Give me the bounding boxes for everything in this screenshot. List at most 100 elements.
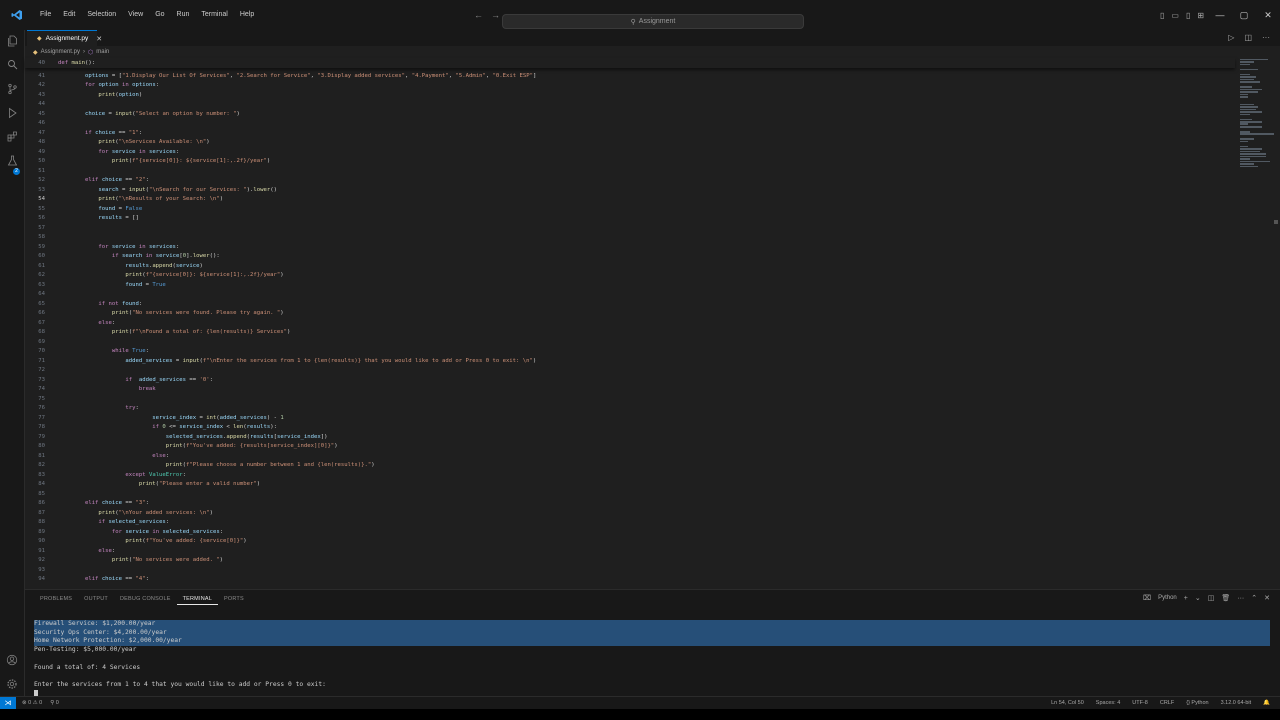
source-control-icon[interactable]: [0, 83, 24, 98]
code-line[interactable]: 73 if added_services == '0':: [25, 376, 1235, 386]
code-line[interactable]: 41 options = ["1.Display Our List Of Ser…: [25, 72, 1235, 82]
gear-icon[interactable]: [0, 678, 24, 693]
code-line[interactable]: 54 print("\nResults of your Search: \n"): [25, 195, 1235, 205]
files-icon[interactable]: [0, 35, 24, 50]
chevron-down-icon[interactable]: ⌄: [1195, 594, 1201, 602]
code-line[interactable]: 55 found = False: [25, 205, 1235, 215]
remote-icon[interactable]: ⋊: [0, 697, 16, 709]
code-line[interactable]: 86 elif choice == "3":: [25, 499, 1235, 509]
code-line[interactable]: 75: [25, 395, 1235, 405]
command-center-search[interactable]: ⚲ Assignment: [502, 14, 804, 29]
code-line[interactable]: 82 print(f"Please choose a number betwee…: [25, 461, 1235, 471]
customize-layout-icon[interactable]: ⊞: [1197, 11, 1204, 20]
run-debug-icon[interactable]: [0, 107, 24, 122]
code-line[interactable]: 47 if choice == "1":: [25, 129, 1235, 139]
code-editor[interactable]: 41 options = ["1.Display Our List Of Ser…: [25, 72, 1235, 589]
code-line[interactable]: 64: [25, 290, 1235, 300]
tab-assignment-py[interactable]: ◆ Assignment.py ✕: [27, 30, 102, 46]
code-line[interactable]: 51: [25, 167, 1235, 177]
menu-item-view[interactable]: View: [122, 0, 149, 30]
extensions-icon[interactable]: [0, 131, 24, 145]
eol-status[interactable]: CRLF: [1160, 700, 1174, 706]
back-arrow-icon[interactable]: ←: [474, 10, 483, 20]
tab-ports[interactable]: PORTS: [218, 594, 250, 605]
code-line[interactable]: 49 for service in services:: [25, 148, 1235, 158]
code-line[interactable]: 78 if 0 <= service_index < len(results):: [25, 423, 1235, 433]
toggle-sidebar-icon[interactable]: ▯: [1160, 11, 1164, 20]
forward-arrow-icon[interactable]: →: [491, 10, 500, 20]
code-line[interactable]: 88 if selected_services:: [25, 518, 1235, 528]
menu-item-selection[interactable]: Selection: [81, 0, 122, 30]
code-line[interactable]: 44: [25, 100, 1235, 110]
close-panel-icon[interactable]: ✕: [1264, 594, 1270, 602]
split-terminal-icon[interactable]: ◫: [1208, 594, 1215, 602]
close-tab-icon[interactable]: ✕: [96, 35, 102, 43]
menu-item-run[interactable]: Run: [171, 0, 196, 30]
code-line[interactable]: 56 results = []: [25, 214, 1235, 224]
split-editor-icon[interactable]: ◫: [1244, 33, 1252, 42]
code-line[interactable]: 48 print("\nServices Available: \n"): [25, 138, 1235, 148]
code-line[interactable]: 81 else:: [25, 452, 1235, 462]
more-actions-icon[interactable]: ···: [1262, 33, 1270, 42]
code-line[interactable]: 89 for service in selected_services:: [25, 528, 1235, 538]
code-line[interactable]: 50 print(f"{service[0]}: ${service[1]:,.…: [25, 157, 1235, 167]
menu-item-terminal[interactable]: Terminal: [195, 0, 233, 30]
code-line[interactable]: 74 break: [25, 385, 1235, 395]
account-icon[interactable]: [0, 654, 24, 669]
code-line[interactable]: 80 print(f"You've added: {results[servic…: [25, 442, 1235, 452]
flask-icon[interactable]: [0, 155, 24, 170]
code-line[interactable]: 52 elif choice == "2":: [25, 176, 1235, 186]
tab-problems[interactable]: PROBLEMS: [34, 594, 78, 605]
code-line[interactable]: 85: [25, 490, 1235, 500]
code-line[interactable]: 61 results.append(service): [25, 262, 1235, 272]
code-line[interactable]: 69: [25, 338, 1235, 348]
run-file-icon[interactable]: ▷: [1228, 33, 1234, 42]
code-line[interactable]: 92 print("No services were added. "): [25, 556, 1235, 566]
ports-status[interactable]: ⚲ 0: [50, 700, 59, 706]
code-line[interactable]: 71 added_services = input(f"\nEnter the …: [25, 357, 1235, 367]
code-line[interactable]: 62 print(f"{service[0]}: ${service[1]:,.…: [25, 271, 1235, 281]
code-line[interactable]: 76 try:: [25, 404, 1235, 414]
menu-item-go[interactable]: Go: [149, 0, 170, 30]
search-icon[interactable]: [0, 59, 24, 73]
code-line[interactable]: 42 for option in options:: [25, 81, 1235, 91]
code-line[interactable]: 83 except ValueError:: [25, 471, 1235, 481]
toggle-secondary-sidebar-icon[interactable]: ▯: [1186, 11, 1190, 20]
problems-status[interactable]: ⊗ 0 ⚠ 0: [22, 700, 42, 706]
code-line[interactable]: 77 service_index = int(added_services) -…: [25, 414, 1235, 424]
restore-icon[interactable]: ▢: [1232, 10, 1256, 21]
code-line[interactable]: 63 found = True: [25, 281, 1235, 291]
editor-scrollbar[interactable]: [1274, 220, 1278, 224]
toggle-panel-icon[interactable]: ▭: [1171, 11, 1179, 20]
minimize-icon[interactable]: —: [1208, 10, 1232, 20]
code-line[interactable]: 58: [25, 233, 1235, 243]
breadcrumb-symbol[interactable]: main: [96, 49, 109, 55]
code-line[interactable]: 57: [25, 224, 1235, 234]
tab-debug-console[interactable]: DEBUG CONSOLE: [114, 594, 177, 605]
encoding-status[interactable]: UTF-8: [1132, 700, 1148, 706]
code-line[interactable]: 67 else:: [25, 319, 1235, 329]
code-line[interactable]: 91 else:: [25, 547, 1235, 557]
language-mode[interactable]: {} Python: [1186, 700, 1208, 706]
close-window-icon[interactable]: ✕: [1256, 10, 1280, 21]
code-line[interactable]: 60 if search in service[0].lower():: [25, 252, 1235, 262]
indentation-status[interactable]: Spaces: 4: [1096, 700, 1120, 706]
menu-item-edit[interactable]: Edit: [57, 0, 81, 30]
code-line[interactable]: 94 elif choice == "4":: [25, 575, 1235, 585]
code-line[interactable]: 87 print("\nYour added services: \n"): [25, 509, 1235, 519]
code-line[interactable]: 84 print("Please enter a valid number"): [25, 480, 1235, 490]
tab-terminal[interactable]: TERMINAL: [176, 594, 218, 605]
terminal-shell-label[interactable]: Python: [1158, 595, 1177, 601]
menu-item-file[interactable]: File: [34, 0, 57, 30]
trash-icon[interactable]: 🗑: [1221, 594, 1230, 602]
notifications-icon[interactable]: 🔔: [1263, 700, 1270, 706]
minimap[interactable]: [1236, 58, 1274, 168]
code-line[interactable]: 70 while True:: [25, 347, 1235, 357]
tab-output[interactable]: OUTPUT: [78, 594, 114, 605]
code-line[interactable]: 66 print("No services were found. Please…: [25, 309, 1235, 319]
code-line[interactable]: 72: [25, 366, 1235, 376]
code-line[interactable]: 90 print(f"You've added: {service[0]}"): [25, 537, 1235, 547]
python-interpreter[interactable]: 3.12.0 64-bit: [1221, 700, 1252, 706]
code-line[interactable]: 65 if not found:: [25, 300, 1235, 310]
new-terminal-icon[interactable]: +: [1184, 595, 1188, 602]
